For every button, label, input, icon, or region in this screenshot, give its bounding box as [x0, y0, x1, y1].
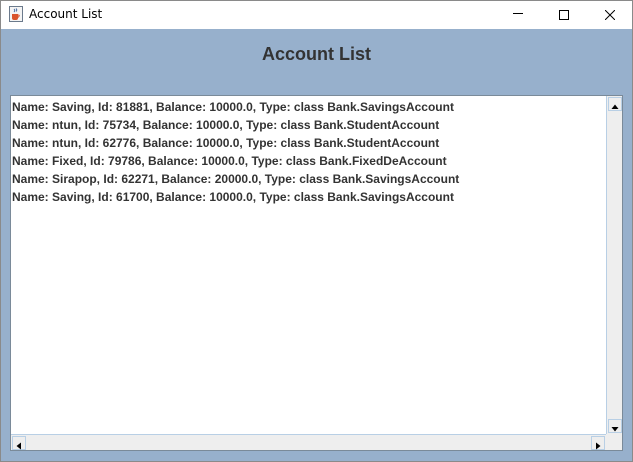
minimize-button[interactable]: [495, 1, 541, 29]
content-panel: Account List Name: Saving, Id: 81881, Ba…: [1, 29, 632, 461]
arrow-left-icon: [16, 442, 21, 450]
list-item: Name: ntun, Id: 75734, Balance: 10000.0,…: [12, 118, 440, 132]
scroll-down-button[interactable]: [608, 419, 622, 433]
scrollbar-corner: [606, 434, 622, 450]
list-item: Name: Sirapop, Id: 62271, Balance: 20000…: [12, 172, 460, 186]
account-list-scroll-pane[interactable]: Name: Saving, Id: 81881, Balance: 10000.…: [10, 95, 623, 451]
list-item: Name: Fixed, Id: 79786, Balance: 10000.0…: [12, 154, 447, 168]
java-cup-icon: [9, 6, 23, 22]
scroll-right-button[interactable]: [591, 436, 605, 450]
account-list-text[interactable]: Name: Saving, Id: 81881, Balance: 10000.…: [11, 96, 606, 434]
maximize-button[interactable]: [541, 1, 587, 29]
vertical-scroll-thumb[interactable]: [608, 111, 621, 418]
list-item: Name: ntun, Id: 62776, Balance: 10000.0,…: [12, 136, 440, 150]
close-icon: [605, 10, 615, 20]
horizontal-scroll-thumb[interactable]: [26, 436, 591, 449]
minimize-icon: [513, 13, 523, 14]
scroll-up-button[interactable]: [608, 97, 622, 111]
title-bar[interactable]: Account List: [1, 1, 632, 29]
window-title: Account List: [29, 7, 103, 21]
list-item: Name: Saving, Id: 81881, Balance: 10000.…: [12, 100, 454, 114]
page-title: Account List: [261, 44, 371, 64]
maximize-icon: [559, 10, 569, 20]
arrow-right-icon: [596, 442, 601, 450]
list-item: Name: Saving, Id: 61700, Balance: 10000.…: [12, 190, 454, 204]
close-button[interactable]: [587, 1, 632, 29]
horizontal-scrollbar[interactable]: [11, 434, 606, 450]
scroll-left-button[interactable]: [12, 436, 26, 450]
vertical-scrollbar[interactable]: [606, 96, 622, 434]
account-list-window: Account List Account List Name: Saving, …: [0, 0, 633, 462]
